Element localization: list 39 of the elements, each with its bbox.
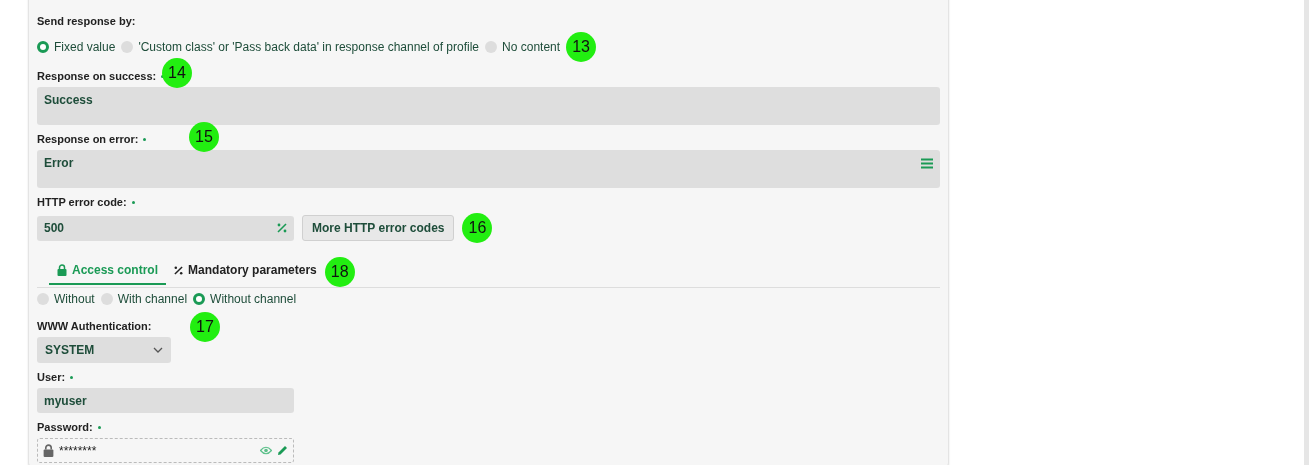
field-label: Response on success: xyxy=(37,70,165,82)
menu-icon[interactable] xyxy=(921,158,933,169)
auth-dropdown[interactable]: SYSTEM xyxy=(37,337,171,363)
radio-option[interactable]: Fixed value xyxy=(37,32,116,62)
eye-icon[interactable] xyxy=(260,446,272,455)
percent-icon xyxy=(174,265,184,275)
callout-marker: 18 xyxy=(324,257,355,287)
radio-label: No content xyxy=(502,40,561,54)
lock-icon xyxy=(57,264,67,276)
radio-option[interactable]: With channel xyxy=(100,292,188,306)
tab-label: Access control xyxy=(72,263,159,277)
field-label: Response on error: xyxy=(37,133,147,145)
field-label: HTTP error code: xyxy=(37,196,135,208)
callout-marker: 13 xyxy=(566,32,597,62)
radio-label: Fixed value xyxy=(54,40,116,54)
radio-option[interactable]: Without channel xyxy=(193,292,297,306)
callout-marker: 16 xyxy=(462,213,493,243)
input-field[interactable]: 500 xyxy=(37,215,294,241)
radio-label: 'Custom class' or 'Pass back data' in response channel of profile xyxy=(138,40,480,54)
pencil-icon[interactable] xyxy=(277,445,288,456)
field-label: Password: xyxy=(37,421,101,433)
radio-label: Without xyxy=(54,292,95,306)
field-label: WWW Authentication: xyxy=(37,320,152,332)
input-field[interactable]: myuser xyxy=(37,388,294,413)
password-field[interactable]: ******** xyxy=(37,438,294,463)
radio-option[interactable]: Without xyxy=(37,292,95,306)
radio-option[interactable]: No content xyxy=(485,32,561,62)
tab-label: Mandatory parameters xyxy=(188,263,317,277)
radio-label: Without channel xyxy=(210,292,297,306)
tab[interactable]: Mandatory parameters xyxy=(166,257,325,285)
more-codes-button[interactable]: More HTTP error codes xyxy=(302,215,455,241)
percent-icon xyxy=(277,223,287,233)
text-area[interactable]: Error xyxy=(37,150,940,188)
chevron-down-icon xyxy=(153,347,163,353)
field-label: User: xyxy=(37,371,74,383)
text-area[interactable]: Success xyxy=(37,87,940,125)
lock-icon xyxy=(43,444,54,457)
radio-label: With channel xyxy=(117,292,188,306)
field-label: Send response by: xyxy=(37,15,136,27)
